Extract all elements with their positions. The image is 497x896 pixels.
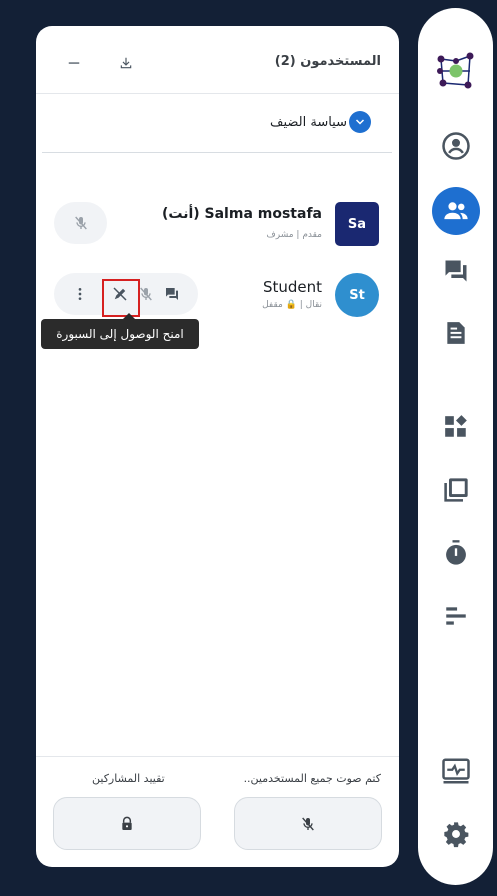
lock-viewers-label: تقييد المشاركين (92, 772, 165, 785)
minus-icon (68, 62, 80, 64)
chat-icon[interactable] (439, 254, 473, 288)
mic-off-icon (74, 216, 87, 230)
users-icon[interactable] (431, 187, 480, 235)
mute-user-button[interactable] (68, 210, 94, 236)
account-icon[interactable] (439, 129, 473, 163)
logo-icon (431, 46, 481, 96)
minimize-button[interactable] (62, 52, 86, 74)
chat-icon (166, 288, 178, 300)
mute-all-label: كتم صوت جميع المستخدمين.. (243, 772, 381, 785)
chevron-down-icon (349, 111, 371, 133)
guest-policy-toggle[interactable]: سياسة الضيف (270, 111, 371, 133)
more-vertical-icon (78, 288, 82, 300)
user-controls (54, 202, 107, 244)
more-options-button[interactable] (67, 281, 93, 307)
tooltip: امنح الوصول إلى السبورة (41, 313, 199, 349)
guest-policy-label: سياسة الضيف (270, 114, 347, 130)
activity-icon[interactable] (439, 754, 473, 788)
nav-rail (418, 8, 493, 885)
highlight-box (102, 279, 140, 317)
footer-divider (36, 756, 399, 757)
avatar: Sa (335, 202, 379, 246)
lock-icon (122, 816, 132, 830)
panel-header: المستخدمون (2) (36, 26, 399, 94)
poll-icon[interactable] (439, 599, 473, 633)
user-row[interactable]: Sa Salma mostafa (أنت) مقدم | مشرف (36, 202, 399, 248)
mute-all-button[interactable] (234, 797, 382, 850)
mic-off-icon (302, 817, 314, 830)
divider (42, 152, 392, 153)
user-row[interactable]: St Student نقال | 🔒 مقفل (36, 273, 399, 319)
download-button[interactable] (114, 52, 138, 74)
download-icon (120, 57, 132, 69)
timer-icon[interactable] (439, 536, 473, 570)
private-chat-button[interactable] (159, 281, 185, 307)
avatar: St (335, 273, 379, 317)
user-role: نقال | 🔒 مقفل (262, 300, 322, 310)
mic-off-icon (140, 287, 152, 301)
user-name: Salma mostafa (أنت) (161, 206, 322, 222)
notes-icon[interactable] (439, 316, 473, 350)
settings-icon[interactable] (439, 817, 473, 851)
user-role: مقدم | مشرف (266, 230, 322, 240)
lock-viewers-button[interactable] (53, 797, 201, 850)
panel-title: المستخدمون (2) (274, 54, 381, 69)
layers-icon[interactable] (439, 473, 473, 507)
apps-icon[interactable] (439, 410, 473, 444)
user-name: Student (262, 278, 322, 296)
users-panel: المستخدمون (2) سياسة الضيف Sa Salma most… (36, 26, 399, 867)
